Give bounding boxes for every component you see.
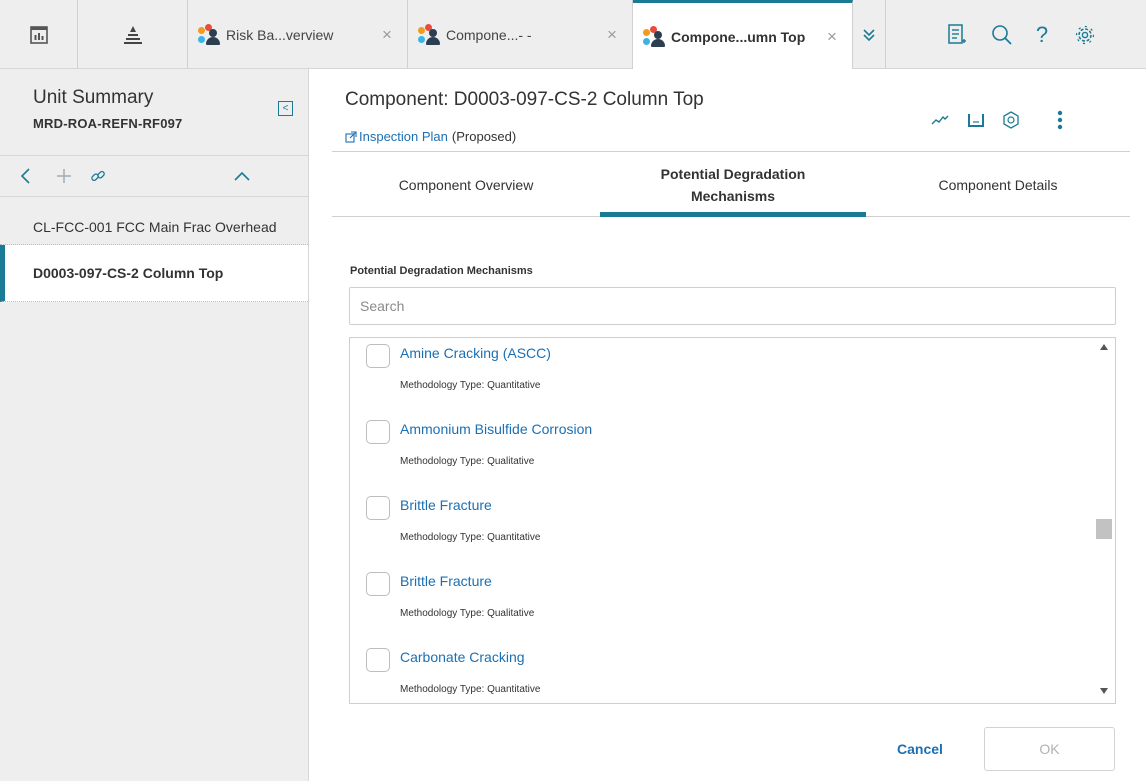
list-item: Carbonate Cracking Methodology Type: Qua…	[366, 644, 1066, 703]
bracket-button[interactable]	[964, 109, 988, 131]
scrollbar[interactable]	[1093, 338, 1115, 703]
inspection-plan-status: (Proposed)	[451, 129, 517, 144]
scroll-thumb[interactable]	[1096, 519, 1112, 539]
link-icon	[91, 170, 105, 182]
methodology-type: Methodology Type: Quantitative	[400, 532, 541, 543]
dashboard-button[interactable]	[0, 0, 78, 69]
tab-label-line2: Mechanisms	[690, 188, 776, 204]
more-options-button[interactable]	[1048, 109, 1072, 131]
tab-component-details[interactable]: Component Details	[866, 152, 1130, 218]
collapse-sidebar-icon[interactable]: <	[278, 101, 293, 116]
mechanism-checkbox[interactable]	[366, 344, 390, 368]
sidebar-toolbar	[0, 155, 308, 197]
3d-shape-icon	[1003, 111, 1019, 129]
tab-label: Component Overview	[398, 177, 534, 193]
search-button[interactable]	[980, 0, 1024, 69]
scroll-up-arrow-icon[interactable]	[1100, 344, 1108, 350]
tab-component-column-top[interactable]: Compone...umn Top ×	[633, 0, 853, 70]
more-tabs-button[interactable]	[853, 0, 886, 69]
more-tabs-chevron-icon	[863, 28, 875, 41]
tab-label: Compone...umn Top	[671, 28, 806, 45]
mechanism-name[interactable]: Amine Cracking (ASCC)	[400, 345, 551, 361]
active-tab-indicator	[600, 212, 866, 217]
tab-risk-overview[interactable]: Risk Ba...verview ×	[188, 0, 408, 69]
help-button[interactable]: ?	[1020, 0, 1064, 69]
list-item: Brittle Fracture Methodology Type: Quali…	[366, 568, 1066, 644]
bracket-icon	[968, 114, 984, 127]
mechanism-checkbox[interactable]	[366, 420, 390, 444]
mechanism-name[interactable]: Ammonium Bisulfide Corrosion	[400, 421, 592, 437]
mechanism-checkbox[interactable]	[366, 496, 390, 520]
chevron-left-icon	[20, 168, 30, 184]
cancel-button[interactable]: Cancel	[880, 727, 960, 771]
mechanism-name[interactable]: Carbonate Cracking	[400, 649, 525, 665]
sidebar-title: Unit Summary	[33, 87, 154, 108]
sidebar-list: CL-FCC-001 FCC Main Frac Overhead D0003-…	[0, 209, 308, 302]
list-item: Amine Cracking (ASCC) Methodology Type: …	[366, 340, 1066, 416]
tab-label: Compone...- -	[446, 26, 532, 43]
hierarchy-button[interactable]	[78, 0, 188, 69]
section-label: Potential Degradation Mechanisms	[350, 265, 533, 277]
close-icon[interactable]: ×	[602, 25, 622, 45]
tab-potential-degradation-mechanisms[interactable]: Potential Degradation Mechanisms	[600, 152, 866, 218]
apm-app-icon	[643, 25, 665, 48]
settings-icon	[1075, 25, 1095, 44]
close-icon[interactable]: ×	[377, 25, 397, 45]
top-tab-bar: Risk Ba...verview × Compone...- - × Comp…	[0, 0, 1146, 70]
notes-icon	[948, 23, 966, 44]
tab-component[interactable]: Compone...- - ×	[408, 0, 633, 69]
help-icon: ?	[1035, 21, 1049, 47]
list-item: Ammonium Bisulfide Corrosion Methodology…	[366, 416, 1066, 492]
tab-label: Potential Degradation	[660, 166, 806, 182]
add-button[interactable]	[52, 164, 76, 188]
mechanism-checkbox[interactable]	[366, 648, 390, 672]
sidebar: Unit Summary MRD-ROA-REFN-RF097 < CL-FCC…	[0, 69, 309, 781]
close-icon[interactable]: ×	[822, 27, 842, 47]
model-button[interactable]	[999, 109, 1023, 131]
tab-label: Component Details	[938, 177, 1058, 193]
trend-button[interactable]	[928, 109, 952, 131]
search-input[interactable]	[349, 287, 1116, 325]
methodology-type: Methodology Type: Quantitative	[400, 380, 541, 391]
search-icon	[992, 24, 1012, 45]
notes-button[interactable]	[935, 0, 979, 69]
external-link-icon[interactable]	[345, 130, 357, 143]
page-title: Component: D0003-097-CS-2 Column Top	[345, 89, 704, 110]
dashboard-icon	[29, 25, 48, 44]
plus-icon	[57, 169, 71, 183]
methodology-type: Methodology Type: Qualitative	[400, 456, 535, 467]
main-panel: Component: D0003-097-CS-2 Column Top Ins…	[310, 69, 1146, 781]
methodology-type: Methodology Type: Quantitative	[400, 684, 541, 695]
tab-label: Risk Ba...verview	[226, 26, 334, 43]
more-vertical-icon	[1057, 110, 1063, 130]
list-item: Brittle Fracture Methodology Type: Quant…	[366, 492, 1066, 568]
tab-component-overview[interactable]: Component Overview	[332, 152, 600, 218]
trend-chart-icon	[931, 115, 949, 125]
component-tabs: Component Overview Potential Degradation…	[332, 151, 1130, 217]
mechanism-checkbox[interactable]	[366, 572, 390, 596]
sidebar-item-fcc-main-frac[interactable]: CL-FCC-001 FCC Main Frac Overhead	[0, 209, 308, 245]
sidebar-item-column-top[interactable]: D0003-097-CS-2 Column Top	[0, 245, 308, 302]
mechanism-name[interactable]: Brittle Fracture	[400, 497, 492, 513]
inspection-plan-link[interactable]: Inspection Plan	[359, 129, 448, 144]
sidebar-subtitle: MRD-ROA-REFN-RF097	[33, 116, 183, 131]
scroll-down-arrow-icon[interactable]	[1100, 688, 1108, 694]
link-button[interactable]	[86, 164, 110, 188]
inspection-plan-row: Inspection Plan (Proposed)	[345, 129, 516, 144]
methodology-type: Methodology Type: Qualitative	[400, 608, 535, 619]
back-button[interactable]	[14, 164, 38, 188]
mechanism-list[interactable]: Amine Cracking (ASCC) Methodology Type: …	[349, 337, 1116, 704]
hierarchy-icon	[123, 25, 142, 44]
chevron-up-icon	[234, 171, 250, 181]
apm-app-icon	[418, 23, 440, 46]
apm-app-icon	[198, 23, 220, 46]
ok-button[interactable]: OK	[984, 727, 1115, 771]
mechanism-name[interactable]: Brittle Fracture	[400, 573, 492, 589]
collapse-up-button[interactable]	[230, 164, 254, 188]
settings-button[interactable]	[1063, 0, 1107, 69]
